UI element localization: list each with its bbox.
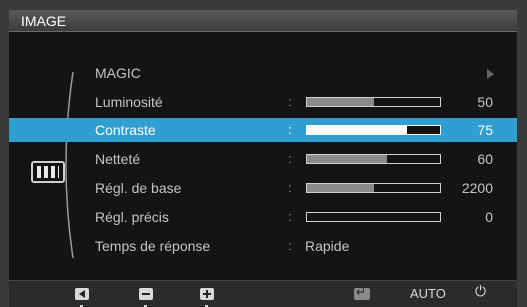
slider-value: 60 xyxy=(477,151,493,167)
menu-item-label: MAGIC xyxy=(95,65,141,81)
separator-colon: : xyxy=(288,122,292,137)
title-bar: IMAGE xyxy=(9,10,517,32)
left-arrow-icon xyxy=(75,288,89,300)
osd-button-guide: AUTO ⏻ xyxy=(9,280,517,307)
slider-value: 50 xyxy=(477,94,493,110)
menu-item-regl-de-base[interactable]: Régl. de base : 2200 xyxy=(9,176,517,200)
separator-colon: : xyxy=(288,151,292,166)
menu-item-contraste[interactable]: Contraste : 75 xyxy=(9,118,517,142)
slider-bar[interactable] xyxy=(306,183,441,193)
plus-icon xyxy=(200,288,214,300)
plus-button[interactable] xyxy=(200,288,214,300)
minus-button[interactable] xyxy=(139,288,153,300)
slider-bar[interactable] xyxy=(306,125,441,135)
menu-item-temps-de-reponse[interactable]: Temps de réponse : Rapide xyxy=(9,234,517,258)
separator-colon: : xyxy=(288,238,292,253)
menu-item-label: Temps de réponse xyxy=(95,238,211,254)
slider-value: 0 xyxy=(485,209,493,225)
slider-bar[interactable] xyxy=(306,154,441,164)
menu-item-label: Luminosité xyxy=(95,94,163,110)
separator-colon: : xyxy=(288,180,292,195)
slider-fill xyxy=(307,155,387,163)
menu-title: IMAGE xyxy=(21,13,67,29)
enter-button[interactable] xyxy=(354,285,370,300)
menu-item-label: Régl. précis xyxy=(95,209,169,225)
enter-icon xyxy=(354,285,370,300)
power-icon[interactable]: ⏻ xyxy=(475,284,486,300)
left-arrow-button[interactable] xyxy=(75,288,89,300)
submenu-arrow-icon xyxy=(487,69,494,79)
menu-item-luminosite[interactable]: Luminosité : 50 xyxy=(9,90,517,114)
slider-value: 75 xyxy=(477,122,493,138)
slider-bar[interactable] xyxy=(306,97,441,107)
minus-icon xyxy=(139,288,153,300)
response-time-value: Rapide xyxy=(305,238,350,254)
slider-bar[interactable] xyxy=(306,212,441,222)
slider-fill xyxy=(307,184,374,192)
menu-item-label: Régl. de base xyxy=(95,180,182,196)
slider-fill xyxy=(307,126,407,134)
separator-colon: : xyxy=(288,94,292,109)
auto-button[interactable]: AUTO xyxy=(410,286,446,301)
menu-item-label: Netteté xyxy=(95,151,141,167)
menu-item-label: Contraste xyxy=(95,122,156,138)
osd-panel: IMAGE MAGIC Luminosité : 50 Contraste : … xyxy=(9,10,517,307)
separator-colon: : xyxy=(288,209,292,224)
slider-fill xyxy=(307,98,374,106)
menu-item-nettete[interactable]: Netteté : 60 xyxy=(9,147,517,171)
menu-item-magic[interactable]: MAGIC xyxy=(9,61,517,85)
slider-value: 2200 xyxy=(461,180,493,196)
menu-item-regl-precis[interactable]: Régl. précis : 0 xyxy=(9,205,517,229)
